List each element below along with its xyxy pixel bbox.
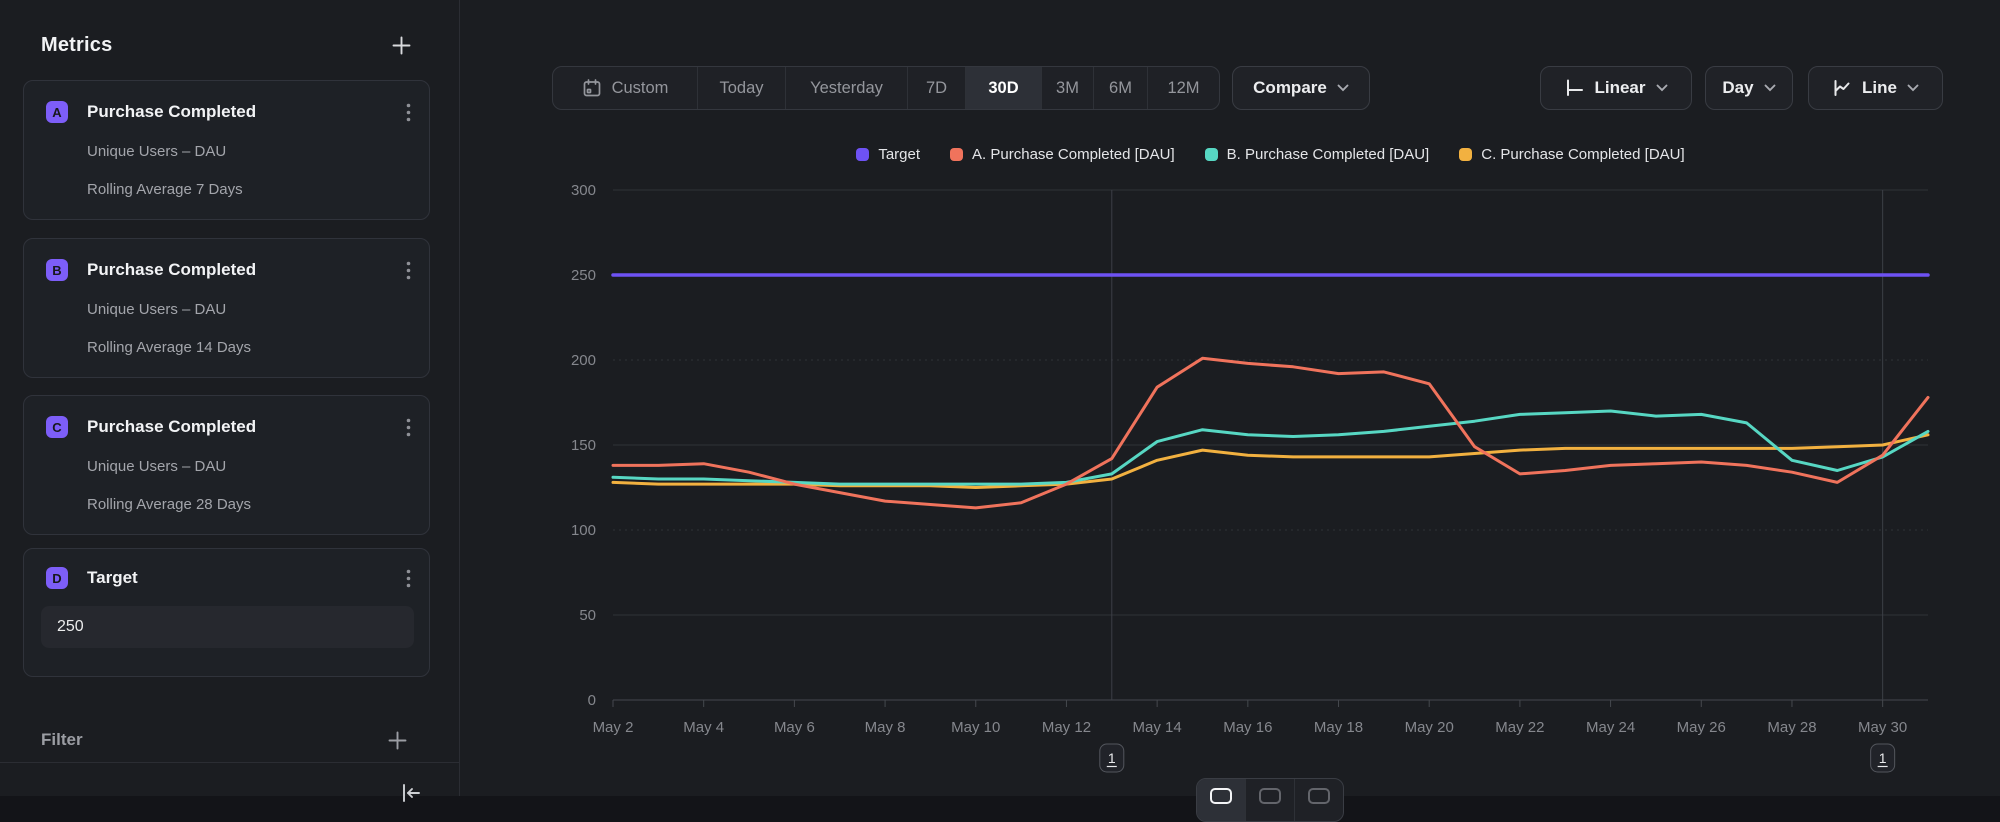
y-axis-label: 0 — [588, 692, 596, 709]
x-axis-label: May 10 — [951, 719, 1000, 736]
x-axis-label: May 26 — [1677, 719, 1726, 736]
x-axis-label: May 14 — [1133, 719, 1182, 736]
x-axis-label: May 28 — [1767, 719, 1816, 736]
x-axis-label: May 4 — [683, 719, 724, 736]
chart-type-bar-option[interactable] — [1245, 779, 1294, 821]
y-axis-label: 300 — [571, 182, 596, 199]
x-axis-label: May 24 — [1586, 719, 1635, 736]
x-axis-label: May 6 — [774, 719, 815, 736]
annotation-badge-label: 1 — [1879, 750, 1887, 766]
x-axis-label: May 8 — [865, 719, 906, 736]
chart-type-table-option[interactable] — [1294, 779, 1343, 821]
x-axis-label: May 12 — [1042, 719, 1091, 736]
chart-type-line-option[interactable] — [1197, 779, 1245, 821]
line-chart-mini-icon — [1210, 788, 1232, 804]
line-chart[interactable]: 0 50 100 150 200 250 300 May 2 May 4 May 6 May 8 Ma… — [0, 0, 2000, 796]
x-axis-label: May 20 — [1405, 719, 1454, 736]
y-axis-label: 250 — [571, 267, 596, 284]
table-mini-icon — [1308, 788, 1330, 804]
y-axis-label: 150 — [571, 437, 596, 454]
y-axis-label: 50 — [579, 607, 596, 624]
x-axis-label: May 22 — [1495, 719, 1544, 736]
y-axis-label: 200 — [571, 352, 596, 369]
y-axis-label: 100 — [571, 522, 596, 539]
x-axis-label: May 30 — [1858, 719, 1907, 736]
x-axis-label: May 16 — [1223, 719, 1272, 736]
mini-chart-type-switcher — [1196, 778, 1344, 822]
annotation-badge-label: 1 — [1108, 750, 1116, 766]
x-axis-label: May 18 — [1314, 719, 1363, 736]
bar-chart-mini-icon — [1259, 788, 1281, 804]
series-line-3 — [613, 435, 1928, 488]
x-axis-label: May 2 — [593, 719, 634, 736]
